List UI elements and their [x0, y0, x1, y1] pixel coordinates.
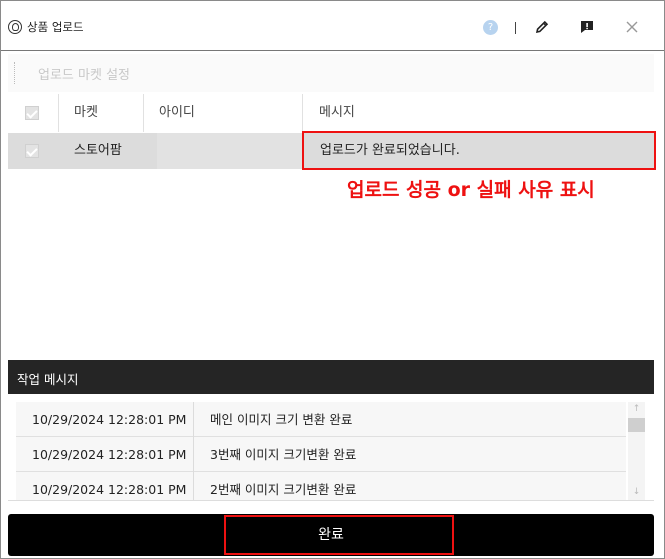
log-panel-title: 작업 메시지 [17, 372, 79, 387]
help-icon[interactable]: ? [483, 20, 498, 35]
scroll-thumb[interactable] [628, 418, 645, 432]
report-icon[interactable] [579, 19, 595, 35]
scroll-down-arrow-icon[interactable]: ↓ [628, 485, 645, 499]
cell-market: 스토어팜 [74, 143, 122, 158]
upload-dialog: 상품 업로드 ? 업로드 마켓 설정 마켓 아이디 메시지 스토어팜 업로드가 … [0, 0, 665, 559]
column-header-message[interactable]: 메시지 [319, 94, 355, 132]
market-settings-bar[interactable]: 업로드 마켓 설정 [8, 54, 654, 92]
close-icon[interactable] [624, 19, 640, 35]
list-item[interactable]: 10/29/2024 12:28:01 PM 2번째 이미지 크기변환 완료 [16, 472, 626, 500]
window-title: 상품 업로드 [27, 20, 84, 34]
grid-header: 마켓 아이디 메시지 [8, 94, 654, 132]
column-divider [302, 94, 303, 132]
list-item[interactable]: 10/29/2024 12:28:01 PM 메인 이미지 크기 변환 완료 [16, 402, 626, 437]
column-divider [143, 94, 144, 132]
log-message: 메인 이미지 크기 변환 완료 [210, 412, 353, 427]
log-time: 10/29/2024 12:28:01 PM [32, 412, 187, 427]
done-highlight-box [224, 515, 454, 555]
row-checkbox[interactable] [25, 144, 39, 158]
pencil-icon[interactable] [534, 19, 550, 35]
log-list[interactable]: 10/29/2024 12:28:01 PM 메인 이미지 크기 변환 완료 1… [8, 394, 654, 501]
cell-id [157, 133, 303, 169]
toolbar-divider [515, 22, 516, 34]
title-bar: 상품 업로드 ? [1, 1, 664, 51]
message-highlight-box [302, 131, 656, 170]
log-message: 3번째 이미지 크기변환 완료 [210, 447, 357, 462]
log-time: 10/29/2024 12:28:01 PM [32, 482, 187, 497]
annotation-text: 업로드 성공 or 실패 사유 표시 [347, 179, 595, 201]
scroll-up-arrow-icon[interactable]: ↑ [628, 402, 645, 416]
market-settings-label: 업로드 마켓 설정 [38, 68, 130, 83]
column-divider [193, 437, 194, 472]
log-message: 2번째 이미지 크기변환 완료 [210, 482, 357, 497]
column-divider [193, 402, 194, 437]
column-header-id[interactable]: 아이디 [159, 94, 195, 132]
list-item[interactable]: 10/29/2024 12:28:01 PM 3번째 이미지 크기변환 완료 [16, 437, 626, 472]
log-scrollbar[interactable]: ↑ ↓ [628, 402, 645, 500]
column-divider [58, 94, 59, 132]
select-all-checkbox[interactable] [25, 106, 39, 120]
column-divider [193, 472, 194, 500]
column-header-market[interactable]: 마켓 [74, 94, 98, 132]
app-logo-icon [8, 20, 22, 34]
log-time: 10/29/2024 12:28:01 PM [32, 447, 187, 462]
log-panel-header: 작업 메시지 [8, 360, 654, 394]
grip-handle [14, 62, 15, 84]
